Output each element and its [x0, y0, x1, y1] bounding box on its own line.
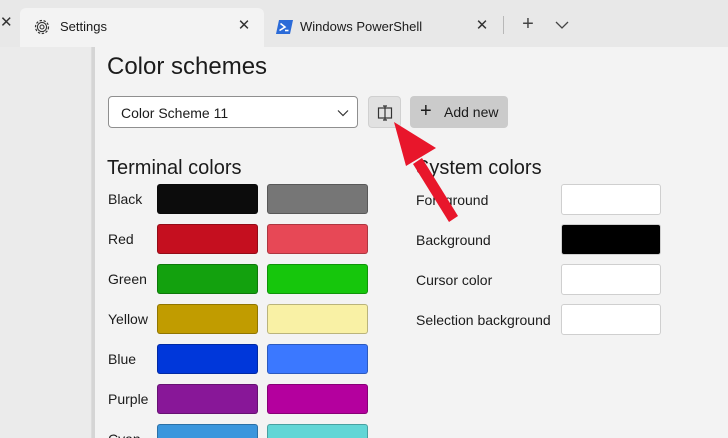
new-tab-button[interactable]: + [514, 12, 542, 38]
background-swatch[interactable] [561, 224, 661, 255]
selection-background-swatch[interactable] [561, 304, 661, 335]
color-row-blue: Blue [95, 344, 728, 374]
tab-label: Windows PowerShell [300, 19, 423, 34]
system-row-selection-background: Selection background [95, 304, 728, 336]
tab-label: Settings [60, 19, 107, 34]
close-icon[interactable]: ✕ [472, 16, 492, 36]
cursor-color-swatch[interactable] [561, 264, 661, 295]
system-color-label: Foreground [416, 192, 489, 208]
foreground-swatch[interactable] [561, 184, 661, 215]
purple-swatch[interactable] [157, 384, 258, 414]
system-colors-heading: System colors [416, 157, 542, 179]
previous-tab-close-icon[interactable]: ✕ [0, 13, 14, 33]
color-scheme-select-value: Color Scheme 11 [121, 105, 229, 121]
tab-dropdown-button[interactable] [548, 12, 576, 38]
system-row-foreground: Foreground [95, 184, 728, 216]
gear-icon [34, 19, 50, 35]
color-scheme-select[interactable]: Color Scheme 11 [108, 96, 358, 128]
tab-divider [503, 16, 504, 34]
plus-icon: + [420, 100, 432, 122]
rename-scheme-button[interactable] [368, 96, 401, 128]
cyan-swatch[interactable] [157, 424, 258, 438]
system-row-background: Background [95, 224, 728, 256]
color-label: Cyan [108, 429, 141, 438]
close-icon[interactable]: ✕ [234, 16, 254, 36]
add-new-label: Add new [444, 104, 499, 120]
chevron-down-icon [555, 21, 569, 29]
tab-settings[interactable]: Settings ✕ [20, 8, 264, 47]
powershell-icon [276, 20, 293, 34]
system-color-label: Selection background [416, 312, 551, 328]
system-row-cursor-color: Cursor color [95, 264, 728, 296]
bright-blue-swatch[interactable] [267, 344, 368, 374]
system-color-label: Background [416, 232, 491, 248]
bright-purple-swatch[interactable] [267, 384, 368, 414]
settings-content: Color schemes Color Scheme 11 + Add new … [95, 47, 728, 438]
tab-bar: ✕ Settings ✕ Windows PowerShell ✕ + [0, 0, 728, 47]
navigation-pane [0, 47, 92, 438]
add-new-scheme-button[interactable]: + Add new [410, 96, 508, 128]
color-label: Purple [108, 391, 149, 407]
system-color-label: Cursor color [416, 272, 493, 288]
bright-cyan-swatch[interactable] [267, 424, 368, 438]
chevron-down-icon [337, 110, 349, 117]
blue-swatch[interactable] [157, 344, 258, 374]
page-title: Color schemes [107, 53, 268, 80]
rename-icon [377, 105, 393, 121]
terminal-colors-heading: Terminal colors [107, 157, 242, 179]
color-row-cyan: Cyan [95, 424, 728, 438]
color-label: Blue [108, 351, 137, 367]
tab-windows-powershell[interactable]: Windows PowerShell ✕ [266, 8, 502, 47]
color-row-purple: Purple [95, 384, 728, 414]
